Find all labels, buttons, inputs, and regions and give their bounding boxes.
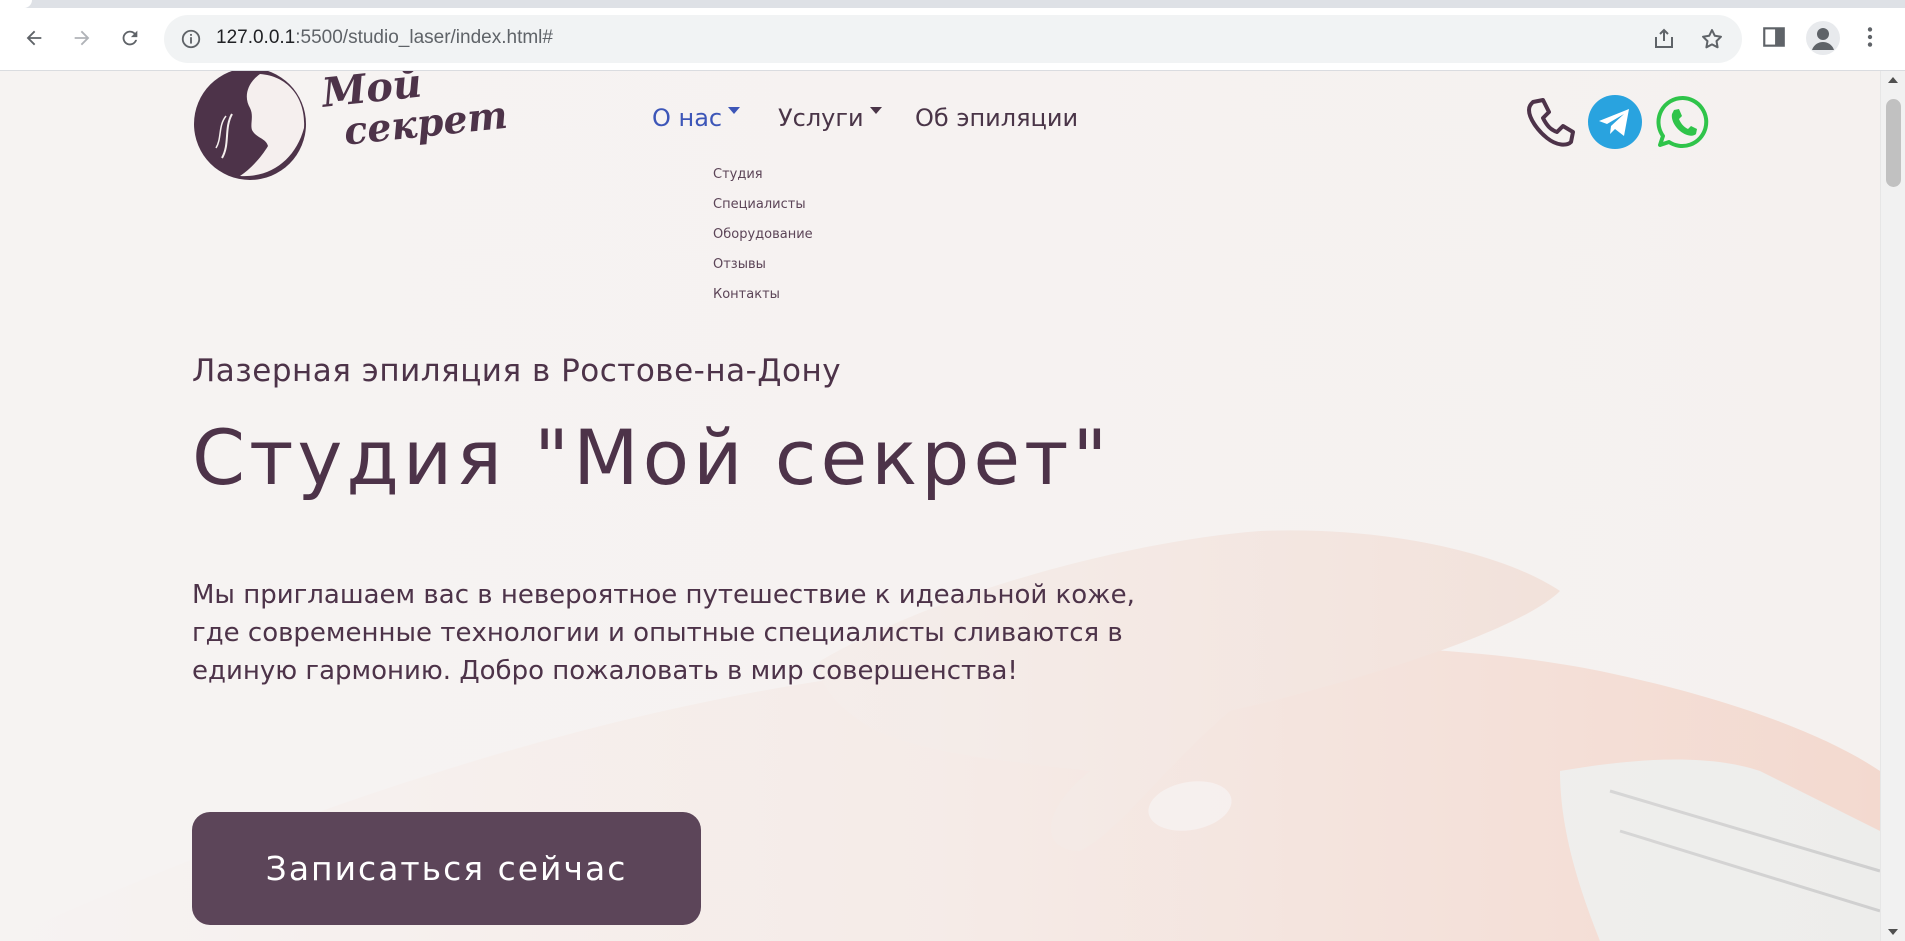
- arrow-right-icon: [74, 30, 90, 46]
- nav-services[interactable]: Услуги: [778, 104, 882, 132]
- book-now-label: Записаться сейчас: [265, 849, 628, 888]
- arrow-left-icon: [26, 30, 42, 46]
- info-icon[interactable]: [180, 28, 202, 50]
- reload-icon: [122, 30, 138, 46]
- dropdown-item-studio[interactable]: Студия: [713, 167, 763, 182]
- phone-icon[interactable]: [1523, 94, 1579, 150]
- browser-toolbar: 127.0.0.1:5500/studio_laser/index.html#: [0, 0, 1905, 71]
- profile-button[interactable]: [1806, 21, 1840, 55]
- dropdown-item-reviews[interactable]: Отзывы: [713, 257, 766, 272]
- hero-background-image: [0, 71, 1880, 941]
- site-logo[interactable]: Мой секрет: [192, 71, 510, 180]
- dropdown-item-contacts[interactable]: Контакты: [713, 287, 780, 302]
- book-now-button[interactable]: Записаться сейчас: [192, 812, 701, 925]
- active-tab-edge: [0, 0, 32, 8]
- chevron-down-icon: [869, 107, 882, 114]
- page-viewport: Мой секрет О нас Услуги Об эпиляции Студ…: [0, 71, 1880, 941]
- dropdown-item-equipment[interactable]: Оборудование: [713, 227, 813, 242]
- kebab-menu-icon[interactable]: [1857, 24, 1883, 50]
- nav-about[interactable]: О нас: [652, 104, 741, 132]
- scroll-up-icon[interactable]: [1888, 77, 1898, 83]
- share-icon[interactable]: [1652, 27, 1676, 51]
- dropdown-item-specialists[interactable]: Специалисты: [713, 197, 806, 212]
- hero-subtitle: Лазерная эпиляция в Ростове-на-Дону: [192, 353, 842, 389]
- side-panel-icon[interactable]: [1761, 24, 1787, 50]
- nav-about-label: О нас: [652, 104, 723, 132]
- star-icon[interactable]: [1700, 27, 1724, 51]
- person-icon: [1812, 28, 1834, 50]
- hero-title: Студия "Мой секрет": [192, 413, 1112, 502]
- logo-emblem: [194, 71, 306, 180]
- scroll-down-icon[interactable]: [1888, 929, 1898, 935]
- hero-description: Мы приглашаем вас в невероятное путешест…: [192, 580, 1135, 686]
- nav-about-epilation-label: Об эпиляции: [915, 104, 1079, 132]
- url-path: :5500/studio_laser/index.html#: [295, 27, 553, 48]
- whatsapp-icon[interactable]: [1655, 94, 1711, 150]
- scrollbar-thumb[interactable]: [1886, 99, 1901, 187]
- forward-button[interactable]: [64, 20, 100, 56]
- chevron-down-icon: [728, 107, 741, 114]
- back-button[interactable]: [16, 20, 52, 56]
- url-host: 127.0.0.1: [216, 27, 296, 48]
- address-bar[interactable]: 127.0.0.1:5500/studio_laser/index.html#: [164, 15, 1742, 63]
- page-scrollbar[interactable]: [1880, 71, 1905, 941]
- telegram-icon[interactable]: [1587, 94, 1643, 150]
- nav-services-label: Услуги: [778, 104, 864, 132]
- reload-button[interactable]: [112, 20, 148, 56]
- tab-strip: [0, 0, 1905, 8]
- url-text[interactable]: 127.0.0.1:5500/studio_laser/index.html#: [216, 27, 553, 49]
- nav-about-epilation[interactable]: Об эпиляции: [915, 104, 1078, 132]
